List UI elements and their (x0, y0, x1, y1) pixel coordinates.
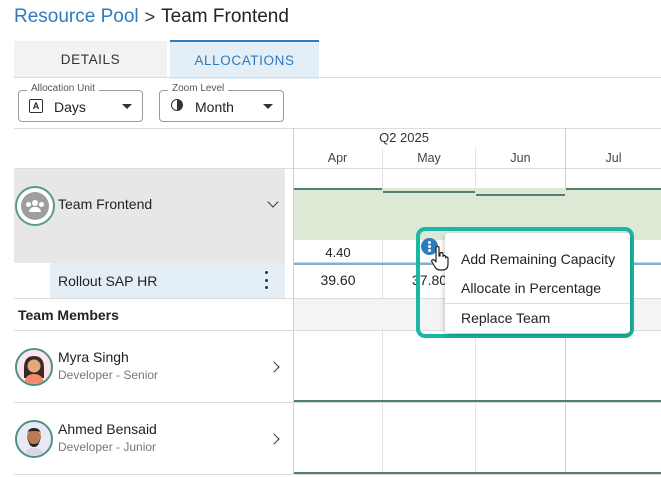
month-jul: Jul (605, 151, 622, 165)
allocation-unit-label: Allocation Unit (27, 83, 99, 94)
breadcrumb: Resource Pool > Team Frontend (14, 6, 289, 28)
team-name: Team Frontend (58, 196, 153, 212)
breadcrumb-parent-link[interactable]: Resource Pool (14, 6, 139, 28)
menu-item-allocate-in-percentage[interactable]: Allocate in Percentage (461, 280, 601, 296)
row-divider (14, 402, 661, 403)
team-row[interactable] (14, 169, 285, 263)
capacity-line (566, 188, 661, 190)
calendar-day-icon: A (29, 99, 43, 113)
chevron-down-icon (263, 104, 273, 109)
month-may: May (417, 151, 441, 165)
page-title: Team Frontend (161, 6, 289, 27)
tab-details[interactable]: DETAILS (14, 41, 167, 77)
menu-item-replace-team[interactable]: Replace Team (461, 310, 550, 326)
capacity-line (383, 191, 475, 193)
menu-divider (445, 303, 630, 304)
capacity-line (294, 472, 661, 474)
project-name: Rollout SAP HR (58, 273, 158, 289)
more-options-icon[interactable] (265, 271, 269, 289)
team-avatar (15, 186, 55, 226)
month-jun: Jun (510, 151, 531, 165)
zoom-level-value: Month (195, 99, 234, 115)
allocation-unit-select[interactable]: Allocation Unit A Days (18, 83, 143, 122)
capacity-line (476, 194, 565, 196)
menu-item-add-remaining-capacity[interactable]: Add Remaining Capacity (461, 251, 615, 267)
chevron-right-icon[interactable] (268, 361, 280, 373)
allocation-unit-value: Days (54, 99, 86, 115)
team-group-icon (21, 192, 49, 220)
allocation-apr[interactable]: 39.60 (294, 272, 382, 288)
zoom-level-label: Zoom Level (168, 83, 229, 94)
avatar (15, 420, 53, 458)
context-menu: Add Remaining Capacity Allocate in Perce… (445, 233, 630, 333)
avatar (15, 348, 53, 386)
chevron-down-icon (122, 104, 132, 109)
breadcrumb-separator: > (144, 6, 156, 27)
member-name: Ahmed Bensaid (58, 421, 157, 437)
capacity-line (294, 400, 661, 402)
member-role: Developer - Senior (58, 368, 159, 382)
remaining-capacity-apr: 4.40 (325, 245, 351, 260)
member-role: Developer - Junior (58, 440, 157, 454)
tab-allocations[interactable]: ALLOCATIONS (170, 40, 319, 79)
grid-top-border (14, 128, 661, 129)
month-apr: Apr (327, 151, 348, 165)
section-title: Team Members (18, 307, 119, 323)
tabs-divider (14, 77, 661, 78)
member-name: Myra Singh (58, 349, 129, 365)
hand-cursor-icon (431, 246, 449, 271)
zoom-level-select[interactable]: Zoom Level Month (159, 83, 284, 122)
row-divider (14, 474, 661, 475)
capacity-line (294, 188, 382, 190)
chevron-right-icon[interactable] (268, 433, 280, 445)
quarter-label: Q2 2025 (379, 130, 429, 145)
moon-phase-icon (171, 99, 183, 111)
